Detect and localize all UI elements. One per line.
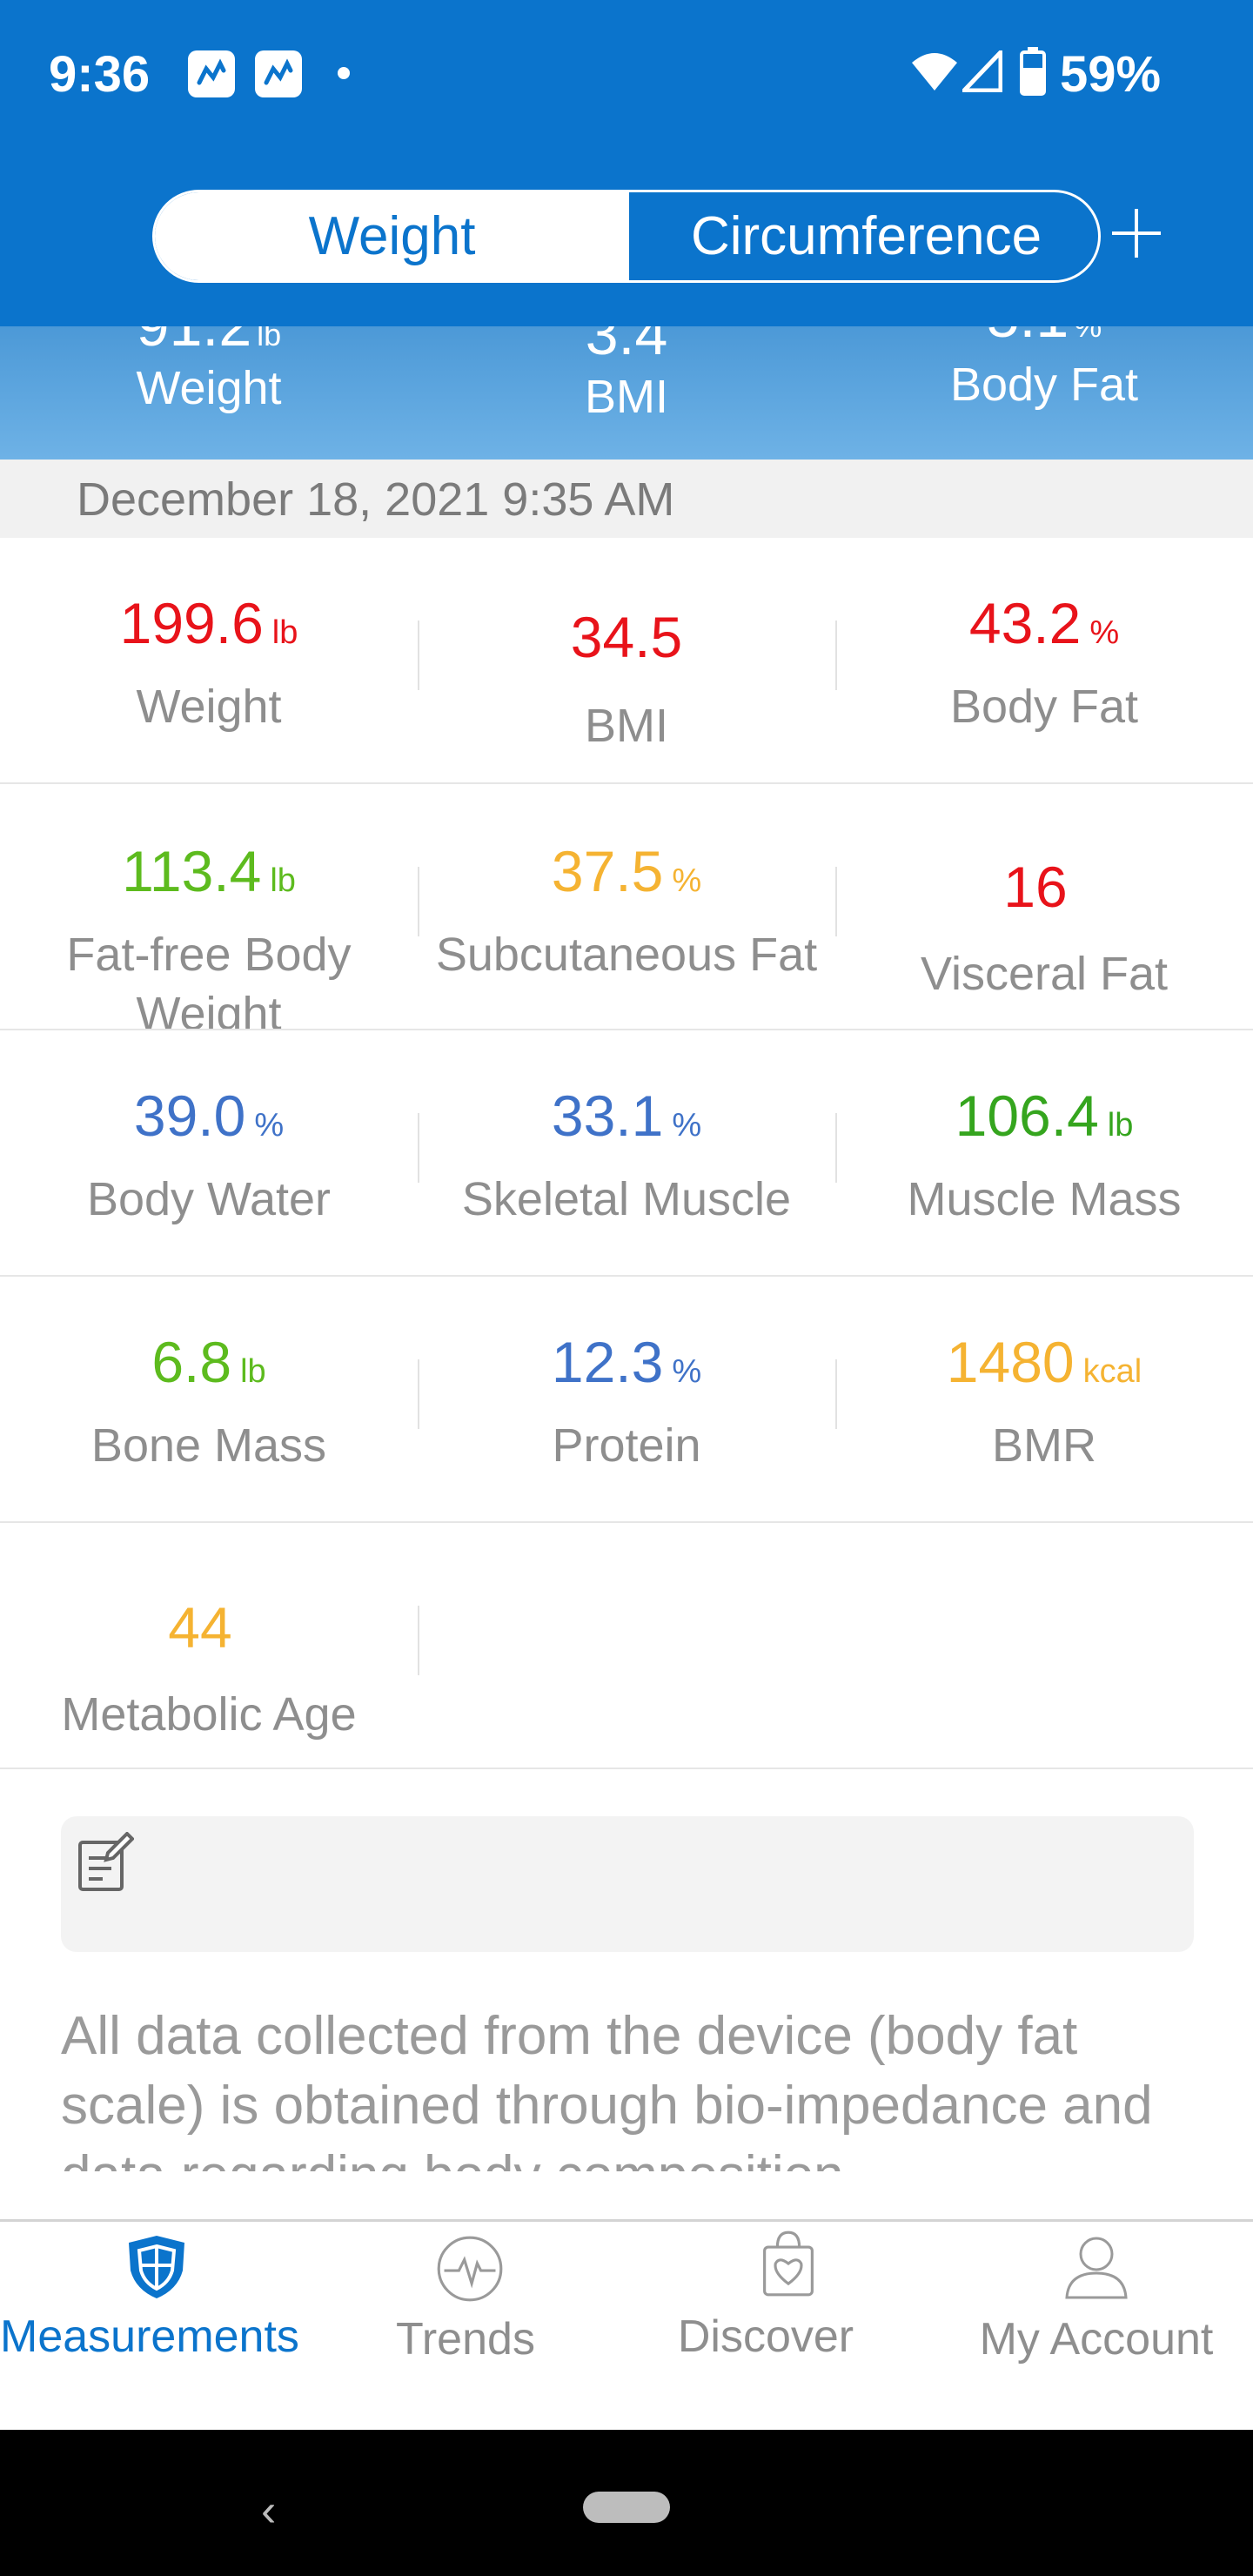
tab-discover[interactable]: Discover [626, 2222, 940, 2431]
metric-metabolic-age[interactable]: 44 Metabolic Age [0, 1523, 418, 1768]
metric-bmr[interactable]: 1480 kcal BMR [835, 1277, 1253, 1521]
metrics-row: 113.4 lb Fat-free Body Weight 37.5% Subcu… [0, 784, 1253, 1030]
tab-weight[interactable]: Weight [155, 192, 629, 280]
metric-value: 43.2 [968, 591, 1082, 655]
metric-label: Muscle Mass [907, 1173, 1182, 1225]
metric-value: 1480 [946, 1330, 1075, 1394]
metric-label: Protein [552, 1419, 701, 1472]
summary-bmi-label: BMI [584, 371, 668, 423]
metric-unit: lb [271, 614, 298, 651]
tab-circumference[interactable]: Circumference [629, 192, 1098, 280]
metric-protein[interactable]: 12.3% Protein [418, 1277, 835, 1521]
divider [418, 1606, 419, 1675]
metric-value: 34.5 [570, 605, 683, 669]
metric-value: 39.0 [133, 1083, 246, 1148]
metrics-row: 199.6 lb Weight 34.5 BMI 43.2% Body Fat [0, 538, 1253, 784]
metric-unit: lb [1107, 1107, 1134, 1144]
status-time: 9:36 [49, 46, 151, 103]
summary-weight-label: Weight [136, 362, 282, 414]
app-notification-icon [188, 50, 235, 97]
bottom-tab-bar: Measurements Trends Discover My Account [0, 2219, 1253, 2430]
metrics-row: 6.8 lb Bone Mass 12.3% Protein 1480 kcal B… [0, 1277, 1253, 1523]
shield-icon [129, 2236, 184, 2298]
metric-unit: % [672, 862, 702, 899]
tab-my-account[interactable]: My Account [940, 2222, 1253, 2431]
battery-percent: 59% [1060, 46, 1162, 103]
plus-icon[interactable] [1112, 209, 1161, 258]
metric-skeletal-muscle[interactable]: 33.1% Skeletal Muscle [418, 1030, 835, 1275]
metric-label: Bone Mass [90, 1419, 327, 1472]
metric-label: BMI [584, 700, 668, 752]
summary-bodyfat-value: 5.1% [835, 326, 1253, 351]
metric-value: 6.8 [151, 1330, 232, 1394]
metric-bmi[interactable]: 34.5 BMI [418, 538, 835, 782]
home-pill[interactable] [583, 2492, 670, 2523]
summary-bodyfat-label: Body Fat [949, 359, 1139, 411]
tab-label: Discover [677, 2311, 854, 2362]
metric-unit: % [1089, 614, 1120, 651]
metric-unit: kcal [1082, 1353, 1142, 1390]
metric-value: 16 [1003, 855, 1068, 919]
app-notification-icon [255, 50, 302, 97]
metric-visceral-fat[interactable]: 16 Visceral Fat [835, 784, 1253, 1029]
discover-bag-icon [763, 2231, 814, 2297]
metric-unit: % [672, 1107, 702, 1144]
metric-label: Weight [136, 681, 282, 733]
record-date: December 18, 2021 9:35 AM [0, 460, 1253, 538]
summary-bmi-value: 3.4 [585, 326, 668, 367]
person-icon [1065, 2237, 1128, 2299]
metric-unit: % [254, 1107, 285, 1144]
status-bar: 9:36 59% [0, 0, 1253, 157]
segmented-control: Weight Circumference [152, 190, 1101, 283]
edit-note-icon [78, 1832, 134, 1891]
metric-label: BMR [992, 1419, 1096, 1472]
metric-value: 113.4 [122, 839, 262, 903]
metric-value: 33.1 [551, 1083, 664, 1148]
metric-subcutaneous-fat[interactable]: 37.5% Subcutaneous Fat [418, 784, 835, 1029]
battery-icon [1020, 47, 1046, 96]
metric-body-fat[interactable]: 43.2% Body Fat [835, 538, 1253, 782]
metric-label: Visceral Fat [920, 948, 1169, 1000]
tab-label: My Account [979, 2314, 1214, 2365]
metric-unit: lb [270, 862, 296, 899]
tab-trends[interactable]: Trends [313, 2222, 626, 2431]
tab-measurements[interactable]: Measurements [0, 2222, 313, 2431]
metric-value: 44 [168, 1595, 232, 1660]
metric-label: Subcutaneous Fat [435, 929, 818, 981]
wifi-icon [912, 53, 957, 91]
heartbeat-icon [437, 2236, 503, 2302]
metric-body-water[interactable]: 39.0% Body Water [0, 1030, 418, 1275]
metric-value: 199.6 [119, 591, 264, 655]
metrics-row: 44 Metabolic Age [0, 1523, 1253, 1769]
summary-weight-value: 91.2lb [137, 326, 282, 359]
tab-label: Trends [396, 2314, 535, 2365]
metric-label: Skeletal Muscle [461, 1173, 792, 1225]
metric-bone-mass[interactable]: 6.8 lb Bone Mass [0, 1277, 418, 1521]
tab-label: Measurements [0, 2311, 299, 2362]
metric-label: Body Water [86, 1173, 332, 1225]
metric-value: 37.5 [551, 839, 664, 903]
metric-label: Metabolic Age [61, 1688, 357, 1741]
metric-label: Fat-free Body Weight [66, 929, 352, 1030]
back-icon[interactable]: ‹ [261, 2485, 276, 2537]
metric-unit: lb [240, 1353, 266, 1390]
metric-muscle-mass[interactable]: 106.4 lb Muscle Mass [835, 1030, 1253, 1275]
metric-weight[interactable]: 199.6 lb Weight [0, 538, 418, 782]
note-field[interactable] [61, 1816, 1194, 1952]
metric-fat-free-body-weight[interactable]: 113.4 lb Fat-free Body Weight [0, 784, 418, 1030]
metric-value: 12.3 [551, 1330, 664, 1394]
notification-dot-icon [338, 67, 350, 79]
cell-signal-icon [962, 50, 1002, 92]
metrics-row: 39.0% Body Water 33.1% Skeletal Muscle 1… [0, 1030, 1253, 1277]
disclaimer-text: All data collected from the device (body… [61, 2006, 1153, 2171]
metric-value: 106.4 [955, 1083, 1099, 1148]
summary-band: 91.2lb Weight 3.4 BMI 5.1% Body Fat [0, 326, 1253, 460]
metric-label: Body Fat [949, 681, 1139, 733]
metric-unit: % [672, 1353, 702, 1390]
